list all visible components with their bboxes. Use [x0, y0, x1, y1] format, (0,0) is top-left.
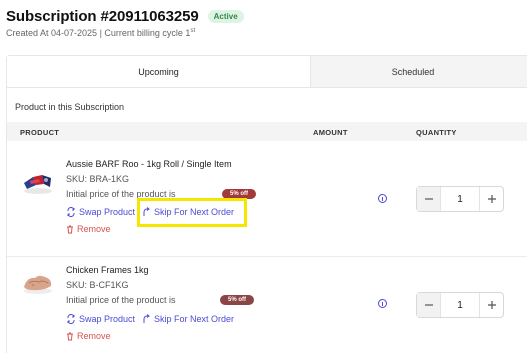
price-label: Initial price of the product is	[66, 295, 176, 305]
cycle-suffix: st	[190, 28, 196, 34]
status-badge: Active	[207, 10, 244, 23]
tab-upcoming[interactable]: Upcoming	[7, 56, 310, 87]
remove-button[interactable]: Remove	[66, 331, 111, 341]
highlight-box	[137, 198, 247, 227]
info-circle-icon[interactable]	[378, 194, 387, 203]
skip-next-order-label: Skip For Next Order	[154, 314, 235, 324]
column-quantity: QUANTITY	[416, 128, 457, 137]
table-row: Chicken Frames 1kg SKU: B-CF1KG Initial …	[7, 257, 527, 353]
remove-label: Remove	[77, 331, 111, 341]
product-image	[24, 175, 52, 194]
product-sku: SKU: BRA-1KG	[66, 174, 130, 184]
quantity-stepper: 1	[416, 186, 504, 212]
swap-product-label: Swap Product	[79, 314, 136, 324]
plus-button[interactable]	[479, 293, 503, 317]
subscription-card: Upcoming Scheduled Product in this Subsc…	[6, 55, 527, 353]
minus-icon	[424, 304, 433, 306]
page-title: Subscription #20911063259	[6, 8, 199, 25]
trash-icon	[67, 225, 73, 233]
minus-icon	[424, 198, 433, 200]
minus-button[interactable]	[417, 187, 441, 211]
product-image	[24, 275, 52, 294]
column-product: PRODUCT	[20, 128, 60, 137]
section-title: Product in this Subscription	[15, 102, 125, 112]
table-header: PRODUCT AMOUNT QUANTITY	[7, 122, 527, 141]
created-text: Created At 04-07-2025 | Current billing …	[6, 28, 191, 38]
discount-badge: 5% off	[220, 295, 254, 305]
swap-product-button[interactable]: Swap Product	[66, 314, 135, 324]
subscription-meta: Created At 04-07-2025 | Current billing …	[6, 28, 244, 38]
quantity-value[interactable]: 1	[441, 300, 479, 311]
trash-icon	[67, 332, 73, 340]
minus-button[interactable]	[417, 293, 441, 317]
table-row: Aussie BARF Roo - 1kg Roll / Single Item…	[7, 141, 527, 256]
column-amount: AMOUNT	[313, 128, 348, 137]
remove-button[interactable]: Remove	[66, 224, 111, 234]
skip-next-order-button[interactable]: Skip For Next Order	[142, 314, 234, 324]
plus-icon	[487, 301, 496, 309]
plus-button[interactable]	[479, 187, 503, 211]
skip-arrow-icon	[143, 314, 150, 323]
info-circle-icon[interactable]	[378, 299, 387, 308]
tab-scheduled[interactable]: Scheduled	[310, 56, 527, 87]
quantity-stepper: 1	[416, 292, 504, 318]
product-name: Chicken Frames 1kg	[66, 265, 149, 275]
swap-arrows-icon	[67, 207, 75, 217]
swap-product-label: Swap Product	[79, 207, 136, 217]
product-name: Aussie BARF Roo - 1kg Roll / Single Item	[66, 159, 232, 169]
tab-bar: Upcoming Scheduled	[7, 56, 527, 88]
swap-arrows-icon	[67, 314, 75, 324]
quantity-value[interactable]: 1	[441, 194, 479, 205]
swap-product-button[interactable]: Swap Product	[66, 207, 135, 217]
product-sku: SKU: B-CF1KG	[66, 280, 129, 290]
product-actions: Swap Product Skip For Next Order	[66, 314, 234, 324]
subscription-header: Subscription #20911063259 Active Created…	[6, 8, 244, 38]
plus-icon	[487, 195, 496, 203]
remove-label: Remove	[77, 224, 111, 234]
